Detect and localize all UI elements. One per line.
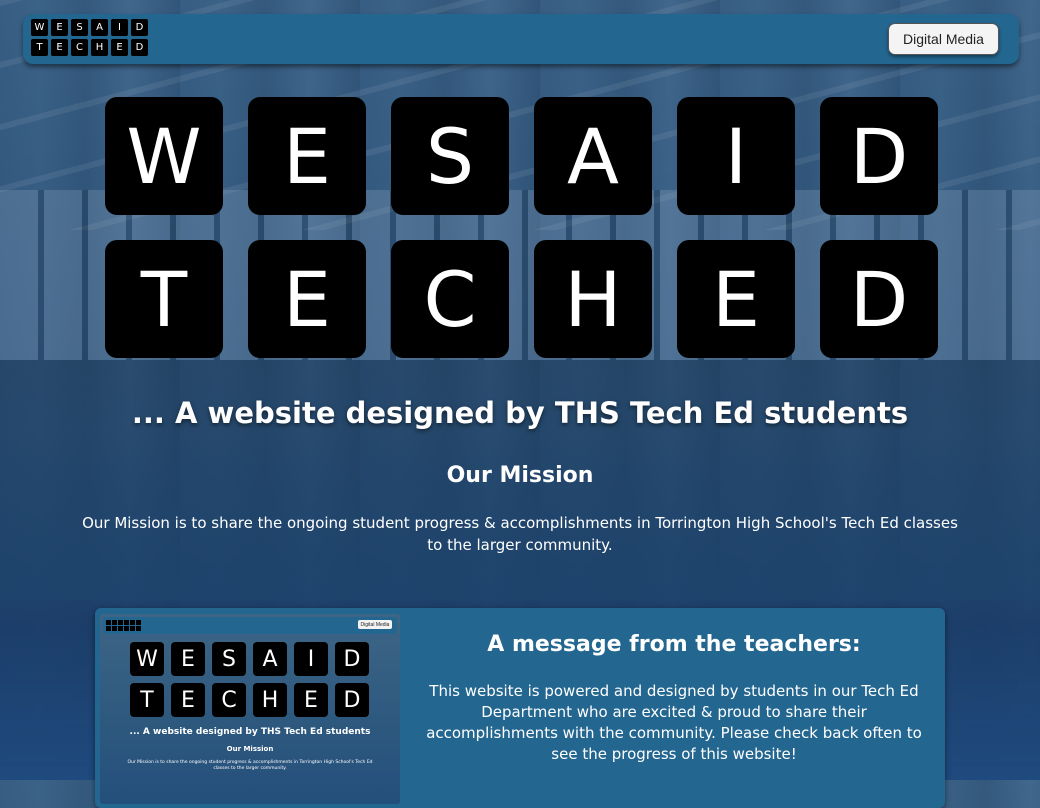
preview-mission-heading: Our Mission [226, 745, 274, 753]
logo-tile: E [51, 19, 68, 36]
logo-tile: D [131, 19, 148, 36]
hero-logo-tile: W [105, 97, 223, 215]
preview-logo-tile: E [294, 683, 328, 717]
preview-logo-tile: T [130, 683, 164, 717]
preview-logo-tile: E [171, 642, 205, 676]
mission-text: Our Mission is to share the ongoing stud… [82, 514, 958, 554]
preview-digital-media-button: Digital Media [358, 620, 392, 629]
preview-mission-text: Our Mission is to share the ongoing stud… [127, 760, 373, 771]
teacher-message-heading: A message from the teachers: [487, 632, 861, 657]
digital-media-button[interactable]: Digital Media [888, 23, 999, 55]
preview-logo-tile: I [294, 642, 328, 676]
preview-navbar: Digital Media [103, 617, 397, 634]
logo-tile: C [71, 39, 88, 56]
logo-tile: W [31, 19, 48, 36]
logo-tile: T [31, 39, 48, 56]
preview-logo-tile: C [212, 683, 246, 717]
preview-tagline: ... A website designed by THS Tech Ed st… [129, 727, 371, 737]
hero-logo-tile: E [248, 97, 366, 215]
hero-logo-tile: E [248, 240, 366, 358]
hero-logo-tile: C [391, 240, 509, 358]
logo-tile: E [111, 39, 128, 56]
preview-logo-tile: E [171, 683, 205, 717]
hero-logo-tile: I [677, 97, 795, 215]
hero-logo-tile: D [820, 240, 938, 358]
preview-logo-tile: S [212, 642, 246, 676]
preview-logo-tile: D [335, 683, 369, 717]
logo-tile: D [131, 39, 148, 56]
hero-logo-tile: A [534, 97, 652, 215]
site-logo[interactable]: W E S A I D T E C H E D [31, 19, 148, 56]
preview-logo-tile: D [335, 642, 369, 676]
hero-logo-tile: H [534, 240, 652, 358]
teacher-message-text: This website is powered and designed by … [426, 682, 922, 763]
site-preview-image: Digital Media W E S A I D T E C H E D ..… [100, 614, 400, 804]
preview-hero-logo: W E S A I D T E C H E D [130, 642, 369, 717]
hero-logo-tile: E [677, 240, 795, 358]
hero-logo-tile: T [105, 240, 223, 358]
preview-logo-tile: W [130, 642, 164, 676]
logo-tile: S [71, 19, 88, 36]
logo-tile: E [51, 39, 68, 56]
hero-logo-tile: S [391, 97, 509, 215]
logo-tile: I [111, 19, 128, 36]
preview-logo-tile: A [253, 642, 287, 676]
hero-tagline: ... A website designed by THS Tech Ed st… [131, 396, 909, 430]
logo-tile: A [91, 19, 108, 36]
teacher-message-card: Digital Media W E S A I D T E C H E D ..… [95, 608, 945, 808]
preview-logo-tile: H [253, 683, 287, 717]
top-navbar: W E S A I D T E C H E D Digital Media [23, 14, 1019, 64]
mission-heading: Our Mission [446, 463, 594, 488]
logo-tile: H [91, 39, 108, 56]
preview-logo [106, 620, 141, 631]
hero-logo-tile: D [820, 97, 938, 215]
hero-logo: W E S A I D T E C H E D [105, 97, 938, 358]
